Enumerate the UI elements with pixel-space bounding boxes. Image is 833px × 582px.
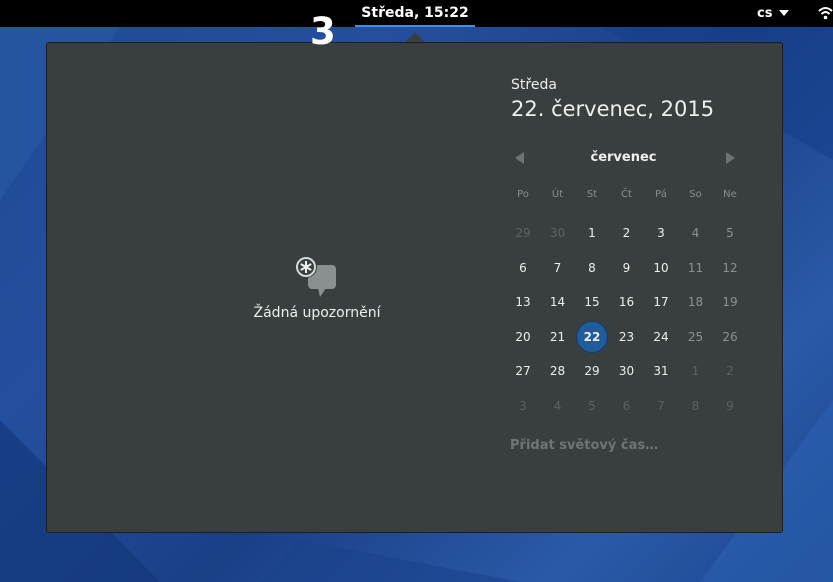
calendar-day[interactable]: 31 bbox=[645, 355, 677, 387]
no-notifications-label: Žádná upozornění bbox=[253, 305, 381, 321]
calendar-day[interactable]: 11 bbox=[680, 252, 712, 284]
calendar-day[interactable]: 5 bbox=[714, 217, 746, 249]
next-month-icon[interactable] bbox=[726, 152, 735, 164]
calendar-day[interactable]: 25 bbox=[680, 321, 712, 353]
calendar-day[interactable]: 1 bbox=[680, 355, 712, 387]
calendar-day[interactable]: 29 bbox=[576, 355, 608, 387]
calendar-day[interactable]: 23 bbox=[611, 321, 643, 353]
previous-month-icon[interactable] bbox=[515, 152, 524, 164]
calendar-day[interactable]: 30 bbox=[611, 355, 643, 387]
calendar-day[interactable]: 20 bbox=[507, 321, 539, 353]
calendar-day[interactable]: 26 bbox=[714, 321, 746, 353]
no-notifications-icon bbox=[295, 256, 336, 297]
weekday-header: Po bbox=[517, 189, 529, 200]
calendar-day[interactable]: 4 bbox=[680, 217, 712, 249]
weekday-header: So bbox=[689, 189, 702, 200]
calendar-day[interactable]: 5 bbox=[576, 390, 608, 422]
calendar-day[interactable]: 21 bbox=[542, 321, 574, 353]
calendar-day[interactable]: 28 bbox=[542, 355, 574, 387]
chevron-down-icon bbox=[779, 10, 789, 16]
calendar-day[interactable]: 22 bbox=[576, 320, 608, 353]
weekday-header: Út bbox=[551, 189, 564, 200]
top-bar: Středa, 15:22 cs bbox=[0, 0, 833, 27]
calendar-day[interactable]: 6 bbox=[611, 390, 643, 422]
calendar-day[interactable]: 3 bbox=[645, 217, 677, 249]
calendar-day[interactable]: 6 bbox=[507, 252, 539, 284]
calendar-day[interactable]: 30 bbox=[542, 217, 574, 249]
language-indicator[interactable]: cs bbox=[757, 0, 772, 27]
calendar-day[interactable]: 8 bbox=[680, 390, 712, 422]
clock-button[interactable]: Středa, 15:22 bbox=[355, 0, 475, 27]
calendar-day[interactable]: 1 bbox=[576, 217, 608, 249]
calendar-day[interactable]: 2 bbox=[714, 355, 746, 387]
calendar-day[interactable]: 9 bbox=[714, 390, 746, 422]
notification-list-empty: Žádná upozornění bbox=[207, 255, 427, 321]
weekday-header: St bbox=[586, 189, 598, 200]
calendar-day[interactable]: 17 bbox=[645, 286, 677, 318]
calendar-day[interactable]: 15 bbox=[576, 286, 608, 318]
calendar-day[interactable]: 7 bbox=[542, 252, 574, 284]
weekday-header: Ne bbox=[723, 189, 737, 200]
calendar-day[interactable]: 16 bbox=[611, 286, 643, 318]
weekday-header: Čt bbox=[621, 189, 632, 200]
calendar-day[interactable]: 29 bbox=[507, 217, 539, 249]
calendar-day[interactable]: 27 bbox=[507, 355, 539, 387]
calendar-day[interactable]: 12 bbox=[714, 252, 746, 284]
calendar-day[interactable]: 3 bbox=[507, 390, 539, 422]
calendar-day[interactable]: 13 bbox=[507, 286, 539, 318]
calendar-day[interactable]: 19 bbox=[714, 286, 746, 318]
calendar-day[interactable]: 8 bbox=[576, 252, 608, 284]
calendar-day[interactable]: 9 bbox=[611, 252, 643, 284]
month-title: červenec bbox=[590, 150, 657, 165]
calendar-day[interactable]: 10 bbox=[645, 252, 677, 284]
calendar-day[interactable]: 18 bbox=[680, 286, 712, 318]
calendar-day[interactable]: 7 bbox=[645, 390, 677, 422]
wifi-icon[interactable] bbox=[818, 6, 833, 20]
weekday-header: Pá bbox=[655, 189, 667, 200]
current-date: 22. červenec, 2015 bbox=[511, 97, 715, 121]
calendar-popover: Žádná upozornění Středa 22. červenec, 20… bbox=[46, 42, 783, 533]
calendar-day[interactable]: 2 bbox=[611, 217, 643, 249]
add-world-clock-button[interactable]: Přidat světový čas… bbox=[510, 438, 658, 453]
current-weekday: Středa bbox=[511, 77, 557, 93]
step-number-annotation: 3 bbox=[310, 10, 336, 53]
calendar-day[interactable]: 4 bbox=[542, 390, 574, 422]
calendar-day[interactable]: 14 bbox=[542, 286, 574, 318]
calendar-day[interactable]: 24 bbox=[645, 321, 677, 353]
